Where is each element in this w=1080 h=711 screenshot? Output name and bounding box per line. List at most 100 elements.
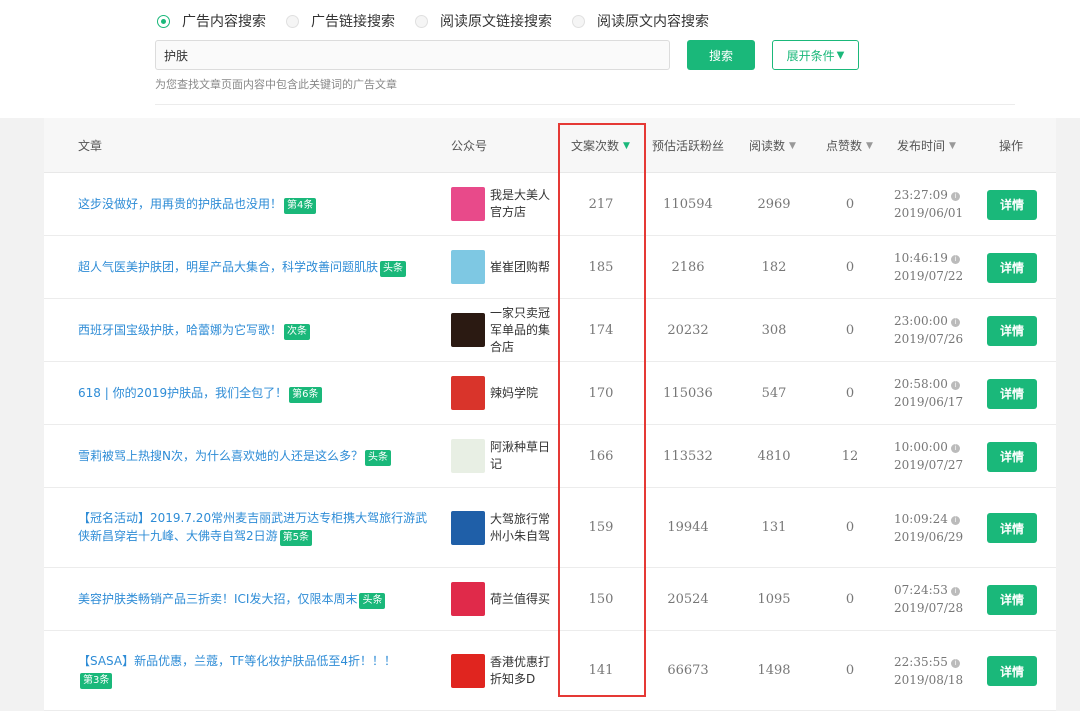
publish-clock: 07:24:53 [894, 583, 948, 597]
info-icon[interactable]: i [950, 381, 960, 390]
read-count: 131 [761, 520, 787, 535]
detail-button[interactable]: 详情 [987, 656, 1037, 686]
account-name[interactable]: 我是大美人官方店 [490, 187, 556, 221]
publish-clock: 23:27:09 [894, 188, 948, 202]
info-icon[interactable]: i [950, 587, 960, 596]
radio-icon[interactable] [157, 14, 170, 28]
header-likes[interactable]: 点赞数 ▼ [826, 118, 873, 173]
account-cell[interactable]: 崔崔团购帮 [451, 236, 556, 298]
account-name[interactable]: 辣妈学院 [490, 385, 538, 402]
article-link[interactable]: 西班牙国宝级护肤，哈蕾娜为它写歌！ 次条 [78, 299, 428, 361]
account-name[interactable]: 香港优惠打折知多D [490, 654, 556, 688]
account-name[interactable]: 荷兰值得买 [490, 591, 550, 608]
sort-down-icon[interactable]: ▼ [789, 141, 796, 151]
header-action: 操作 [999, 118, 1023, 173]
ad-count: 174 [588, 322, 614, 338]
detail-button[interactable]: 详情 [987, 513, 1037, 543]
account-cell[interactable]: 一家只卖冠军单品的集合店 [451, 299, 556, 361]
publish-time: 10:00:00 i 2019/07/27 [894, 425, 969, 487]
info-icon[interactable]: i [950, 192, 960, 201]
search-mode-label: 阅读原文内容搜索 [597, 14, 709, 30]
article-title[interactable]: 雪莉被骂上热搜N次，为什么喜欢她的人还是这么多？ [78, 449, 363, 463]
table-row: 美容护肤类畅销产品三折卖！ICI发大招，仅限本周末 头条 荷兰值得买 150 20524… [44, 568, 1056, 631]
fans-count: 19944 [667, 520, 709, 535]
expand-conditions-label: 展开条件 [786, 48, 835, 63]
header-account-label: 公众号 [451, 139, 488, 153]
avatar [451, 582, 485, 616]
account-name[interactable]: 一家只卖冠军单品的集合店 [490, 305, 556, 356]
header-fans: 预估活跃粉丝 [652, 118, 724, 173]
ad-count: 159 [588, 520, 614, 535]
like-count: 0 [845, 520, 855, 535]
account-name[interactable]: 大驾旅行常州小朱自驾 [490, 511, 556, 545]
article-link[interactable]: 超人气医美护肤团，明星产品大集合，科学改善问题肌肤 头条 [78, 236, 428, 298]
publish-date: 2019/07/22 [894, 269, 964, 283]
account-cell[interactable]: 辣妈学院 [451, 362, 556, 424]
account-cell[interactable]: 阿湫种草日记 [451, 425, 556, 487]
fans-count: 113532 [663, 448, 713, 464]
search-panel: 广告内容搜索 广告链接搜索 阅读原文链接搜索 阅读原文内容搜索 搜索 展开条件 ▼ 为… [0, 0, 1080, 118]
account-name[interactable]: 阿湫种草日记 [490, 439, 556, 473]
search-button[interactable]: 搜索 [687, 40, 755, 70]
detail-button[interactable]: 详情 [987, 315, 1037, 346]
article-title[interactable]: 超人气医美护肤团，明星产品大集合，科学改善问题肌肤 [78, 260, 378, 274]
publish-date: 2019/06/01 [894, 206, 964, 220]
expand-conditions-button[interactable]: 展开条件 ▼ [772, 40, 859, 70]
article-link[interactable]: 618 | 你的2019护肤品，我们全包了！ 第6条 [78, 362, 428, 424]
results-table: 文章 公众号 文案次数 ▼ 预估活跃粉丝 阅读数 ▼ 点赞数 ▼ 发布时间 ▼ 操作 这… [44, 118, 1056, 711]
info-icon[interactable]: i [950, 255, 960, 264]
read-count: 2969 [757, 196, 791, 212]
publish-time: 20:58:00 i 2019/06/17 [894, 362, 969, 424]
detail-button[interactable]: 详情 [987, 378, 1037, 409]
article-link[interactable]: 【冠名活动】2019.7.20常州麦吉丽武进万达专柜携大驾旅行游武侠新昌穿岩十九… [78, 488, 428, 567]
sort-down-icon[interactable]: ▼ [866, 141, 873, 151]
position-badge: 第5条 [279, 530, 313, 546]
account-cell[interactable]: 大驾旅行常州小朱自驾 [451, 488, 556, 567]
detail-button[interactable]: 详情 [987, 189, 1037, 220]
radio-icon[interactable] [572, 14, 585, 28]
search-input[interactable] [155, 40, 670, 70]
search-mode-radio[interactable]: 阅读原文内容搜索 [572, 11, 709, 31]
divider [155, 104, 1015, 105]
header-ad-count[interactable]: 文案次数 ▼ [571, 118, 630, 173]
info-icon[interactable]: i [950, 515, 960, 525]
info-icon[interactable]: i [950, 318, 960, 327]
detail-button[interactable]: 详情 [987, 441, 1037, 472]
header-likes-label: 点赞数 [826, 139, 863, 153]
detail-button[interactable]: 详情 [987, 584, 1037, 615]
position-badge: 头条 [380, 260, 407, 277]
publish-clock: 10:46:19 [894, 251, 948, 265]
ad-count: 150 [588, 591, 614, 607]
header-reads[interactable]: 阅读数 ▼ [749, 118, 796, 173]
account-cell[interactable]: 我是大美人官方店 [451, 173, 556, 235]
article-link[interactable]: 雪莉被骂上热搜N次，为什么喜欢她的人还是这么多？ 头条 [78, 425, 428, 487]
article-title[interactable]: 西班牙国宝级护肤，哈蕾娜为它写歌！ [78, 323, 282, 337]
article-link[interactable]: 【SASA】新品优惠，兰蔻，TF等化妆护肤品低至4折！！！ 第3条 [78, 631, 428, 710]
publish-date: 2019/06/29 [894, 529, 964, 544]
search-mode-radio[interactable]: 广告链接搜索 [286, 11, 395, 31]
detail-button[interactable]: 详情 [987, 252, 1037, 283]
search-mode-radio[interactable]: 广告内容搜索 [157, 11, 266, 31]
header-publish-time[interactable]: 发布时间 ▼ [897, 118, 956, 173]
article-title[interactable]: 这步没做好，用再贵的护肤品也没用！ [78, 197, 282, 211]
radio-icon[interactable] [286, 14, 299, 28]
sort-down-icon[interactable]: ▼ [623, 141, 630, 151]
sort-down-icon[interactable]: ▼ [949, 141, 956, 151]
article-link[interactable]: 美容护肤类畅销产品三折卖！ICI发大招，仅限本周末 头条 [78, 568, 428, 630]
account-cell[interactable]: 香港优惠打折知多D [451, 631, 556, 710]
table-row: 【冠名活动】2019.7.20常州麦吉丽武进万达专柜携大驾旅行游武侠新昌穿岩十九… [44, 488, 1056, 568]
article-title[interactable]: 美容护肤类畅销产品三折卖！ICI发大招，仅限本周末 [78, 592, 357, 606]
radio-icon[interactable] [415, 14, 428, 28]
article-title[interactable]: 618 | 你的2019护肤品，我们全包了！ [78, 386, 287, 400]
search-mode-radio[interactable]: 阅读原文链接搜索 [415, 11, 552, 31]
position-badge: 第3条 [80, 673, 113, 689]
article-link[interactable]: 这步没做好，用再贵的护肤品也没用！ 第4条 [78, 173, 428, 235]
account-cell[interactable]: 荷兰值得买 [451, 568, 556, 630]
account-name[interactable]: 崔崔团购帮 [490, 259, 550, 276]
search-mode-label: 广告链接搜索 [311, 14, 395, 30]
position-badge: 头条 [359, 592, 386, 609]
article-title[interactable]: 【SASA】新品优惠，兰蔻，TF等化妆护肤品低至4折！！！ [78, 654, 396, 668]
info-icon[interactable]: i [950, 444, 960, 453]
info-icon[interactable]: i [950, 658, 960, 668]
article-title[interactable]: 【冠名活动】2019.7.20常州麦吉丽武进万达专柜携大驾旅行游武侠新昌穿岩十九… [78, 511, 427, 543]
